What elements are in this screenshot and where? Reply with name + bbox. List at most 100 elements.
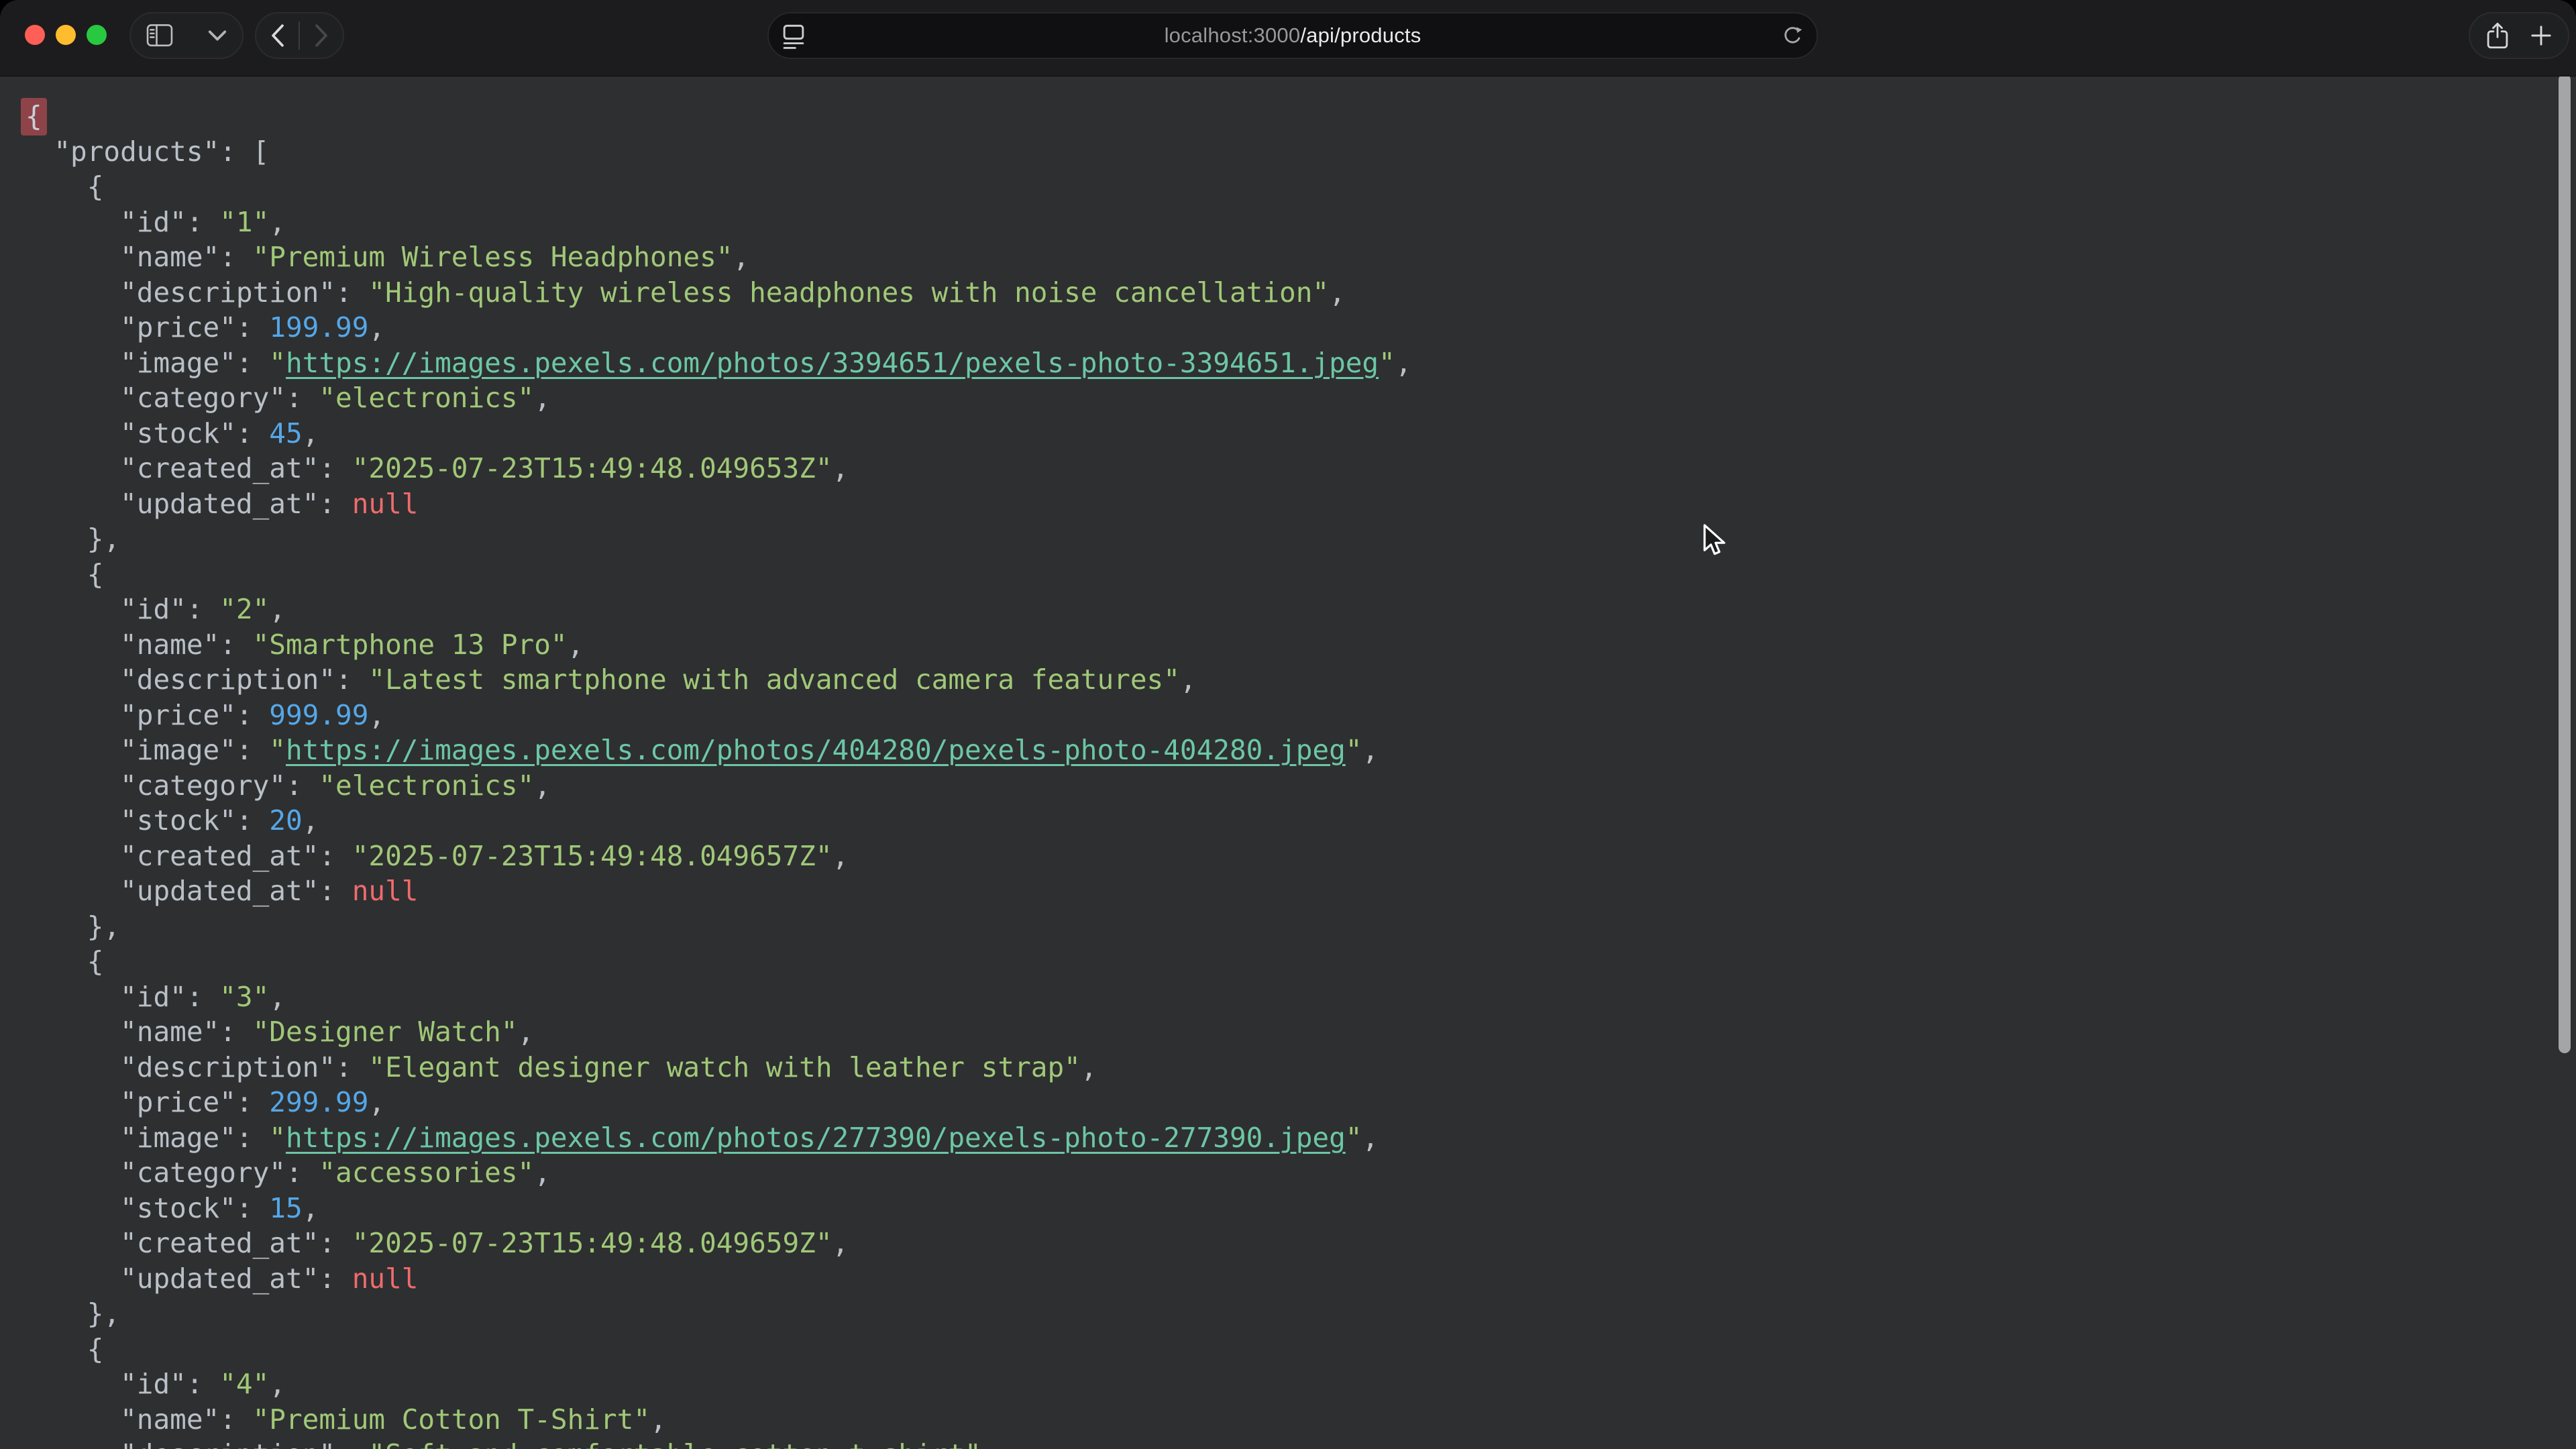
- json-field-line-created_at: "created_at": "2025-07-23T15:49:48.04965…: [0, 1226, 2576, 1261]
- page-settings-button[interactable]: [781, 22, 806, 49]
- json-key: "stock": [120, 804, 236, 837]
- json-key: "stock": [120, 417, 236, 449]
- sidebar-toggle-button[interactable]: [146, 13, 174, 58]
- address-text: localhost:3000/api/products: [769, 23, 1817, 48]
- json-comma: ,: [1329, 276, 1346, 309]
- tab-group-dropdown-button[interactable]: [207, 13, 227, 58]
- json-string-value: "Elegant designer watch with leather str…: [368, 1051, 1080, 1083]
- json-string-value: "Latest smartphone with advanced camera …: [368, 663, 1180, 696]
- json-object-open-line: {: [0, 169, 2576, 205]
- share-newtab-controls: [2469, 12, 2569, 59]
- json-key: "price": [120, 311, 236, 343]
- json-colon: :: [236, 1122, 269, 1154]
- json-string-value: "electronics": [319, 769, 534, 802]
- json-field-line-updated_at: "updated_at": null: [0, 873, 2576, 909]
- json-field-line-name: "name": "Premium Cotton T-Shirt",: [0, 1402, 2576, 1438]
- json-field-line-stock: "stock": 20,: [0, 803, 2576, 839]
- json-number-value: 999.99: [269, 699, 368, 731]
- json-colon: :: [236, 347, 269, 379]
- json-colon: :: [286, 1157, 319, 1189]
- json-key: "created_at": [120, 1227, 319, 1259]
- safari-window: localhost:3000/api/products: [0, 0, 2576, 1449]
- json-field-line-price: "price": 299.99,: [0, 1085, 2576, 1120]
- back-button[interactable]: [269, 13, 286, 58]
- json-colon: :: [286, 382, 319, 414]
- json-string-value: "2": [219, 593, 269, 625]
- json-comma: ,: [1362, 734, 1379, 766]
- json-colon: :: [319, 488, 352, 520]
- json-key: "price": [120, 699, 236, 731]
- json-colon: :: [236, 311, 269, 343]
- json-comma: ,: [269, 206, 286, 238]
- json-string-value: "electronics": [319, 382, 534, 414]
- new-tab-button[interactable]: [2530, 13, 2553, 58]
- json-comma: ,: [269, 981, 286, 1013]
- chevron-down-icon: [207, 29, 227, 42]
- json-field-line-description: "description": "Soft and comfortable cot…: [0, 1437, 2576, 1449]
- json-key: "category": [120, 1157, 286, 1189]
- json-null-value: null: [352, 875, 419, 907]
- json-key: "description": [120, 1438, 335, 1449]
- url-host: localhost:3000: [1165, 23, 1301, 47]
- json-field-line-description: "description": "Latest smartphone with a…: [0, 662, 2576, 698]
- minimize-window-button[interactable]: [56, 25, 76, 45]
- json-field-line-name: "name": "Premium Wireless Headphones",: [0, 239, 2576, 275]
- json-key: "description": [120, 276, 335, 309]
- json-colon: :: [335, 276, 368, 309]
- forward-button[interactable]: [313, 13, 330, 58]
- json-comma: ,: [833, 1227, 849, 1259]
- json-quote: ": [1346, 734, 1362, 766]
- json-field-line-id: "id": "3",: [0, 979, 2576, 1015]
- json-key: "name": [120, 241, 219, 273]
- json-string-value: "Designer Watch": [253, 1016, 518, 1048]
- json-colon: :: [219, 241, 252, 273]
- json-field-line-stock: "stock": 15,: [0, 1191, 2576, 1226]
- json-number-value: 20: [269, 804, 302, 837]
- json-colon: :: [219, 136, 252, 168]
- json-comma: ,: [368, 699, 385, 731]
- json-colon: :: [186, 1368, 219, 1400]
- json-comma: ,: [833, 840, 849, 872]
- json-colon: :: [236, 1192, 269, 1224]
- json-quote: ": [1379, 347, 1395, 379]
- json-key: "created_at": [120, 452, 319, 484]
- reload-button[interactable]: [1780, 23, 1805, 48]
- share-icon: [2486, 21, 2509, 50]
- share-button[interactable]: [2486, 13, 2509, 58]
- zoom-window-button[interactable]: [87, 25, 107, 45]
- json-comma: ,: [269, 593, 286, 625]
- vertical-scrollbar-thumb[interactable]: [2559, 76, 2571, 1053]
- json-null-value: null: [352, 488, 419, 520]
- json-key: "description": [120, 663, 335, 696]
- json-comma: ,: [303, 804, 319, 837]
- json-key: "price": [120, 1086, 236, 1118]
- json-object-open-line: {: [0, 1332, 2576, 1367]
- json-field-line-id: "id": "4",: [0, 1366, 2576, 1402]
- json-open-brace-highlighted: {: [21, 98, 47, 136]
- json-key: "image": [120, 1122, 236, 1154]
- json-key: "image": [120, 347, 236, 379]
- json-comma: ,: [303, 1192, 319, 1224]
- close-window-button[interactable]: [25, 25, 45, 45]
- json-colon: :: [335, 1051, 368, 1083]
- json-field-line-price: "price": 199.99,: [0, 310, 2576, 345]
- json-colon: :: [236, 804, 269, 837]
- url-bar[interactable]: localhost:3000/api/products: [767, 12, 1818, 59]
- json-open-brace: {: [87, 945, 104, 977]
- json-field-line-image: "image": "https://images.pexels.com/phot…: [0, 1120, 2576, 1156]
- traffic-lights: [25, 25, 107, 45]
- json-colon: :: [236, 1086, 269, 1118]
- reload-icon: [1780, 23, 1805, 48]
- json-number-value: 15: [269, 1192, 302, 1224]
- image-url-link[interactable]: https://images.pexels.com/photos/404280/…: [286, 734, 1346, 766]
- image-url-link[interactable]: https://images.pexels.com/photos/3394651…: [286, 347, 1379, 379]
- json-close-brace: },: [87, 910, 120, 943]
- json-comma: ,: [368, 1086, 385, 1118]
- toolbar: localhost:3000/api/products: [0, 0, 2576, 76]
- json-field-line-name: "name": "Designer Watch",: [0, 1014, 2576, 1050]
- json-comma: ,: [534, 1157, 551, 1189]
- json-field-line-created_at: "created_at": "2025-07-23T15:49:48.04965…: [0, 451, 2576, 486]
- json-comma: ,: [981, 1438, 998, 1449]
- image-url-link[interactable]: https://images.pexels.com/photos/277390/…: [286, 1122, 1346, 1154]
- page-settings-icon: [781, 22, 806, 49]
